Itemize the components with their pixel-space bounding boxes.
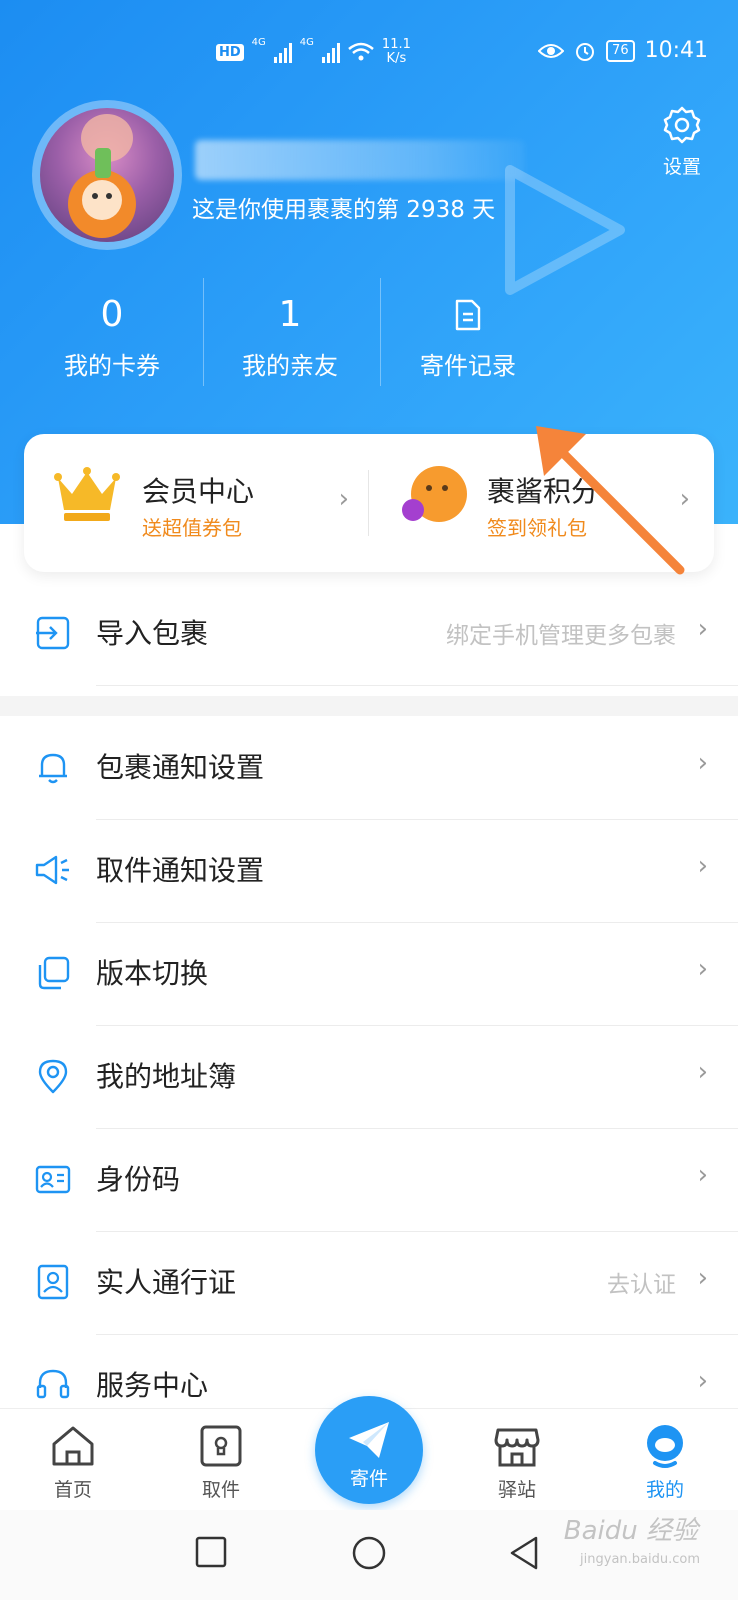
divider: [96, 685, 738, 686]
bell-icon: [39, 753, 67, 784]
hd-badge: HD: [216, 43, 244, 61]
avatar[interactable]: [32, 100, 182, 250]
promo-card: 会员中心 送超值券包 › 裹酱积分 签到领礼包 ›: [24, 434, 714, 572]
mascot-icon: [402, 466, 467, 522]
relatives-label: 我的亲友: [242, 352, 338, 380]
watermark: Baidu 经验: [563, 1516, 698, 1546]
usage-days-text: 这是你使用裹裹的第 2938 天: [192, 197, 496, 223]
store-icon: [494, 1428, 540, 1467]
home-button[interactable]: [352, 1536, 386, 1570]
points-subtitle: 签到领礼包: [487, 516, 587, 540]
home-icon: [52, 1426, 94, 1466]
stat-divider: [380, 278, 381, 386]
chevron-right-icon: ›: [679, 484, 690, 514]
menu-label: 取件通知设置: [96, 854, 265, 887]
eye-icon: [538, 43, 565, 58]
network-type-2: 4G: [299, 37, 314, 48]
points-title: 裹酱积分: [487, 475, 600, 508]
menu-label: 版本切换: [96, 957, 209, 990]
relatives-count: 1: [278, 294, 302, 335]
locker-icon: [200, 1425, 242, 1467]
settings-label: 设置: [662, 156, 701, 178]
coupon-label: 我的卡券: [64, 352, 160, 380]
menu-hint: 去认证: [607, 1272, 676, 1298]
menu-real-name-pass[interactable]: 实人通行证 去认证 ›: [0, 1231, 738, 1334]
chevron-right-icon: ›: [697, 954, 708, 984]
tab-pickup[interactable]: 取件: [171, 1421, 271, 1502]
clock: 10:41: [644, 38, 708, 63]
stat-relatives[interactable]: 1 我的亲友: [200, 292, 380, 381]
gear-icon: [663, 106, 701, 144]
member-center-title: 会员中心: [142, 475, 255, 508]
send-records-label: 寄件记录: [420, 352, 516, 380]
back-button[interactable]: [508, 1536, 540, 1570]
badge-icon: [37, 1264, 69, 1300]
menu-parcel-notification[interactable]: 包裹通知设置 ›: [0, 716, 738, 819]
menu-label: 实人通行证: [96, 1266, 237, 1299]
alarm-icon: [576, 42, 595, 61]
menu-address-book[interactable]: 我的地址簿 ›: [0, 1025, 738, 1128]
tab-label: 驿站: [497, 1479, 536, 1501]
menu-id-code[interactable]: 身份码 ›: [0, 1128, 738, 1231]
tab-label: 首页: [53, 1479, 92, 1501]
chevron-right-icon: ›: [697, 1366, 708, 1396]
send-label: 寄件: [349, 1468, 388, 1490]
menu-label: 身份码: [96, 1163, 181, 1196]
menu-import-parcel[interactable]: 导入包裹 绑定手机管理更多包裹 ›: [0, 582, 738, 685]
paper-plane-icon: [349, 1422, 389, 1458]
member-center-card[interactable]: 会员中心 送超值券包 ›: [24, 434, 369, 572]
stat-coupons[interactable]: 0 我的卡券: [22, 292, 202, 381]
chevron-right-icon: ›: [338, 484, 349, 514]
avatar-image: [40, 108, 174, 242]
id-card-icon: [35, 1165, 71, 1194]
send-parcel-button[interactable]: 寄件: [315, 1396, 423, 1504]
stat-divider: [203, 278, 204, 386]
status-bar: HD 4G 4G 11.1 K/s 76 10:41: [0, 36, 738, 72]
menu-label: 导入包裹: [96, 617, 209, 650]
username-redacted: [195, 140, 525, 180]
watermark-url: jingyan.baidu.com: [580, 1552, 700, 1567]
menu-hint: 绑定手机管理更多包裹: [446, 623, 676, 649]
tab-label: 我的: [645, 1479, 684, 1501]
tab-station[interactable]: 驿站: [467, 1421, 567, 1502]
wifi-icon: [348, 42, 374, 61]
chevron-right-icon: ›: [697, 748, 708, 778]
headset-icon: [36, 1369, 70, 1399]
points-card[interactable]: 裹酱积分 签到领礼包 ›: [369, 434, 714, 572]
tab-mine[interactable]: 我的: [615, 1421, 715, 1502]
copy-icon: [38, 956, 70, 990]
crown-icon: [54, 467, 120, 521]
chevron-right-icon: ›: [697, 851, 708, 881]
network-type-1: 4G: [251, 37, 266, 48]
recents-button[interactable]: [195, 1536, 227, 1568]
menu-pickup-notification[interactable]: 取件通知设置 ›: [0, 819, 738, 922]
stats-row: 0 我的卡券 1 我的亲友 寄件记录: [0, 292, 560, 392]
chevron-right-icon: ›: [697, 1160, 708, 1190]
mascot-face-icon: [647, 1425, 683, 1468]
section-gap: [0, 696, 738, 716]
import-icon: [36, 616, 70, 650]
chevron-right-icon: ›: [697, 614, 708, 644]
location-pin-icon: [38, 1059, 68, 1094]
chevron-right-icon: ›: [697, 1263, 708, 1293]
menu-label: 我的地址簿: [96, 1060, 237, 1093]
menu-label: 包裹通知设置: [96, 751, 265, 784]
menu-label: 服务中心: [96, 1369, 209, 1402]
battery-indicator: 76: [606, 39, 635, 62]
settings-button[interactable]: 设置: [654, 104, 710, 179]
speaker-icon: [35, 855, 69, 885]
member-center-subtitle: 送超值券包: [142, 516, 242, 540]
coupon-count: 0: [100, 294, 124, 335]
signal-icon: [273, 41, 292, 63]
signal-icon-2: [321, 41, 340, 63]
menu-version-switch[interactable]: 版本切换 ›: [0, 922, 738, 1025]
stat-send-records[interactable]: 寄件记录: [378, 292, 558, 381]
net-speed: 11.1 K/s: [381, 37, 411, 66]
document-icon: [455, 299, 481, 331]
chevron-right-icon: ›: [697, 1057, 708, 1087]
tab-home[interactable]: 首页: [23, 1421, 123, 1502]
tab-label: 取件: [201, 1479, 240, 1501]
